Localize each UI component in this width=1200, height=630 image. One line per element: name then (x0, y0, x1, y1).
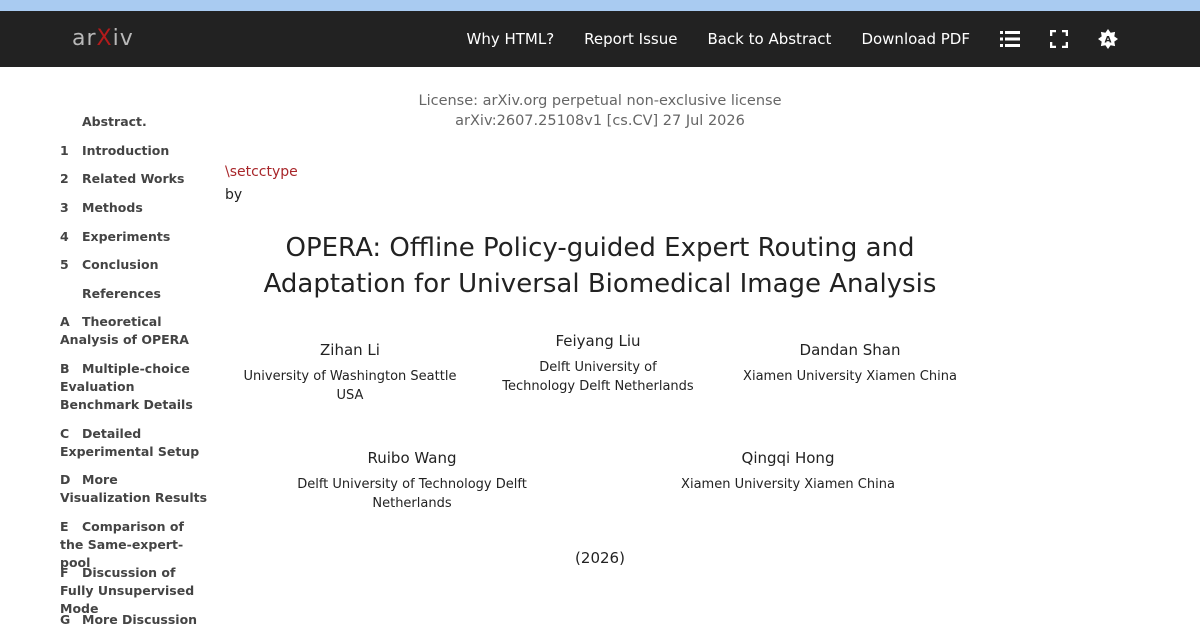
download-pdf-link[interactable]: Download PDF (861, 30, 970, 48)
toc-num: 1 (60, 143, 69, 158)
logo-prefix: ar (72, 26, 97, 51)
svg-text:A: A (1105, 36, 1112, 46)
toc-item-appendix-a[interactable]: A Theoretical Analysis of OPERA (60, 313, 210, 349)
toc-item-abstract[interactable]: Abstract. (60, 113, 147, 131)
author-block: Dandan Shan Xiamen University Xiamen Chi… (740, 341, 960, 386)
toc-item-appendix-f[interactable]: F Discussion of Fully Unsupervised Mode (60, 564, 210, 618)
author-name: Feiyang Liu (555, 332, 641, 350)
author-name: Zihan Li (320, 341, 380, 359)
toc-item-methods[interactable]: 3 Methods (60, 199, 143, 217)
toc-num: E (60, 519, 69, 534)
logo-suffix: iv (112, 26, 134, 51)
toc-num: 2 (60, 171, 69, 186)
toc-num: 4 (60, 229, 69, 244)
toc-label: More Visualization Results (60, 472, 208, 505)
toc-label: References (82, 286, 161, 301)
fullscreen-icon[interactable] (1049, 29, 1069, 49)
publication-year: (2026) (575, 549, 625, 567)
toc-num: D (60, 472, 71, 487)
toc-item-appendix-g[interactable]: G More Discussion (60, 611, 197, 629)
toc-item-related-works[interactable]: 2 Related Works (60, 170, 184, 188)
arxiv-logo[interactable]: arXiv (72, 26, 134, 54)
author-name: Dandan Shan (799, 341, 901, 359)
toc-num: C (60, 426, 70, 441)
toc-num: G (60, 612, 71, 627)
author-block: Zihan Li University of Washington Seattl… (230, 341, 470, 405)
toc-item-references[interactable]: References (60, 285, 161, 303)
list-icon[interactable] (1000, 29, 1020, 49)
toc-label: Discussion of Fully Unsupervised Mode (60, 565, 195, 616)
toc-label: Multiple-choice Evaluation Benchmark Det… (60, 361, 193, 412)
toc-label: Theoretical Analysis of OPERA (60, 314, 189, 347)
why-html-link[interactable]: Why HTML? (466, 30, 554, 48)
logo-x: X (96, 26, 113, 51)
nav-links: Why HTML? Report Issue Back to Abstract … (466, 11, 1200, 67)
toc-item-introduction[interactable]: 1 Introduction (60, 142, 169, 160)
toc-num: 3 (60, 200, 69, 215)
report-issue-link[interactable]: Report Issue (584, 30, 677, 48)
toc-item-appendix-b[interactable]: B Multiple-choice Evaluation Benchmark D… (60, 360, 210, 414)
toc-item-conclusion[interactable]: 5 Conclusion (60, 256, 158, 274)
author-block: Qingqi Hong Xiamen University Xiamen Chi… (678, 449, 898, 494)
top-navbar: arXiv Why HTML? Report Issue Back to Abs… (0, 11, 1200, 67)
toc-item-appendix-d[interactable]: D More Visualization Results (60, 471, 210, 507)
browser-notice-strip (0, 0, 1200, 11)
author-affiliation: University of Washington Seattle USA (243, 369, 457, 403)
author-affiliation: Xiamen University Xiamen China (743, 369, 957, 384)
back-to-abstract-link[interactable]: Back to Abstract (707, 30, 831, 48)
toc-label: More Discussion (82, 612, 198, 627)
theme-toggle-icon[interactable]: A (1098, 29, 1118, 49)
author-block: Ruibo Wang Delft University of Technolog… (262, 449, 562, 513)
affiliation-line: Delft University of (539, 360, 657, 375)
arxiv-id: arXiv:2607.25108v1 [cs.CV] 27 Jul 2026 (455, 113, 745, 129)
author-name: Qingqi Hong (741, 449, 835, 467)
author-block: Feiyang Liu Delft University of Technolo… (488, 332, 708, 396)
by-text: by (225, 187, 243, 203)
author-affiliation: Delft University of Technology Delft Net… (297, 477, 527, 511)
toc-num: B (60, 361, 70, 376)
toc-label: Abstract. (82, 114, 147, 129)
author-name: Ruibo Wang (367, 449, 457, 467)
title-line-1: OPERA: Offline Policy-guided Expert Rout… (285, 233, 915, 263)
toc-item-experiments[interactable]: 4 Experiments (60, 228, 170, 246)
license-text: License: arXiv.org perpetual non-exclusi… (418, 93, 782, 109)
affiliation-line: Technology Delft Netherlands (502, 379, 694, 394)
title-line-2: Adaptation for Universal Biomedical Imag… (263, 269, 937, 299)
toc-label: Detailed Experimental Setup (60, 426, 200, 459)
toc-item-appendix-c[interactable]: C Detailed Experimental Setup (60, 425, 210, 461)
toc-num: 5 (60, 257, 69, 272)
license-info: License: arXiv.org perpetual non-exclusi… (400, 91, 800, 131)
toc-num: F (60, 565, 69, 580)
paper-title: OPERA: Offline Policy-guided Expert Rout… (260, 230, 940, 302)
author-affiliation: Delft University of Technology Delft Net… (488, 358, 708, 396)
setcctype-command: \setcctype (225, 164, 298, 180)
author-affiliation: Xiamen University Xiamen China (681, 477, 895, 492)
toc-num: A (60, 314, 70, 329)
